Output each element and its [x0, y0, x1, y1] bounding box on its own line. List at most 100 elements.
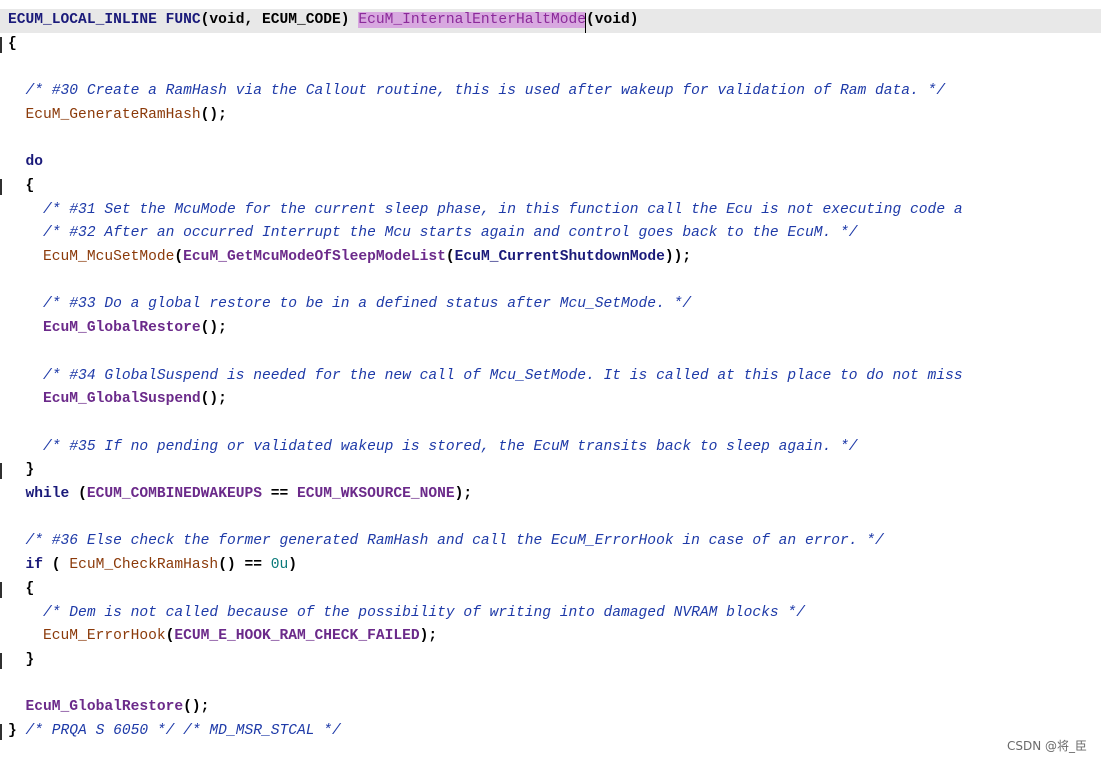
code-editor[interactable]: / ECUM_LOCAL_INLINE FUNC(void, ECUM_CODE…: [0, 0, 1101, 762]
code-text: /* #32 After an occurred Interrupt the M…: [8, 222, 857, 246]
code-text: /* #31 Set the McuMode for the current s…: [8, 199, 963, 223]
code-token: }: [8, 723, 26, 739]
code-line[interactable]: do: [0, 151, 1101, 175]
code-token: do: [8, 154, 44, 171]
code-line[interactable]: /* #30 Create a RamHash via the Callout …: [0, 80, 1101, 104]
code-token: /* #35 If no pending or validated wakeup…: [8, 438, 858, 455]
code-line[interactable]: EcuM_GlobalSuspend();: [0, 388, 1101, 412]
code-text: /* #34 GlobalSuspend is needed for the n…: [8, 365, 963, 389]
code-token: /* #33 Do a global restore to be in a de…: [8, 296, 692, 313]
code-line[interactable]: {: [0, 33, 1101, 57]
code-line[interactable]: /* #34 GlobalSuspend is needed for the n…: [0, 365, 1101, 389]
code-token: ();: [200, 320, 227, 337]
code-token: (: [174, 249, 184, 265]
code-line[interactable]: }: [0, 459, 1101, 483]
code-text: EcuM_ErrorHook(ECUM_E_HOOK_RAM_CHECK_FAI…: [8, 625, 437, 649]
code-line[interactable]: [0, 341, 1101, 365]
code-token: ();: [200, 106, 227, 123]
code-text: {: [8, 175, 35, 199]
code-token: EcuM_GlobalRestore: [25, 699, 184, 716]
code-token: ECUM_E_HOOK_RAM_CHECK_FAILED: [174, 628, 420, 645]
fold-marker-icon[interactable]: [0, 178, 2, 195]
code-token: (void, ECUM_CODE): [200, 12, 359, 28]
code-text: /* #36 Else check the former generated R…: [8, 530, 884, 554]
code-line[interactable]: [0, 673, 1101, 697]
code-line[interactable]: [0, 56, 1101, 80]
code-token: if: [8, 557, 44, 574]
code-token: () ==: [218, 557, 271, 574]
code-text: {: [8, 578, 35, 602]
code-line[interactable]: }: [0, 649, 1101, 673]
code-token: EcuM_ErrorHook: [43, 628, 166, 645]
code-token: ==: [261, 486, 298, 502]
code-token: EcuM_GlobalSuspend: [43, 391, 201, 408]
code-line[interactable]: {: [0, 578, 1101, 602]
code-text: /* #33 Do a global restore to be in a de…: [8, 293, 691, 317]
code-line[interactable]: while (ECUM_COMBINEDWAKEUPS == ECUM_WKSO…: [0, 483, 1101, 507]
code-token: ();: [183, 699, 210, 716]
code-line[interactable]: /* Dem is not called because of the poss…: [0, 602, 1101, 626]
code-token: while: [8, 486, 70, 502]
code-line[interactable]: EcuM_McuSetMode(EcuM_GetMcuModeOfSleepMo…: [0, 246, 1101, 270]
code-line[interactable]: [0, 507, 1101, 531]
code-token: ): [288, 557, 298, 574]
fold-marker-icon[interactable]: [0, 36, 2, 53]
code-token: }: [8, 462, 35, 479]
code-line[interactable]: EcuM_GenerateRamHash();: [0, 104, 1101, 128]
code-token: /* #34 GlobalSuspend is needed for the n…: [8, 367, 963, 384]
code-token: EcuM_CurrentShutdownMode: [454, 249, 665, 265]
code-token: (void): [586, 12, 639, 28]
code-text: EcuM_GlobalSuspend();: [8, 388, 227, 412]
code-token: {: [8, 580, 35, 597]
code-text: do: [8, 151, 44, 175]
code-line[interactable]: [0, 128, 1101, 152]
code-token: EcuM_GlobalRestore: [43, 320, 201, 337]
code-token: ECUM_LOCAL_INLINE FUNC: [8, 12, 201, 28]
previous-line-fragment: /: [28, 0, 35, 4]
code-line[interactable]: /* #32 After an occurred Interrupt the M…: [0, 222, 1101, 246]
code-line[interactable]: /* #31 Set the McuMode for the current s…: [0, 199, 1101, 223]
code-line[interactable]: EcuM_GlobalRestore();: [0, 317, 1101, 341]
code-token: EcuM_CheckRamHash: [69, 557, 219, 574]
code-token: ));: [664, 249, 692, 265]
code-text: EcuM_McuSetMode(EcuM_GetMcuModeOfSleepMo…: [8, 246, 691, 270]
fold-marker-icon[interactable]: [0, 581, 2, 598]
code-line[interactable]: /* #35 If no pending or validated wakeup…: [0, 436, 1101, 460]
code-line[interactable]: EcuM_GlobalRestore();: [0, 696, 1101, 720]
code-token: ECUM_COMBINEDWAKEUPS: [86, 486, 262, 502]
fold-marker-icon[interactable]: [0, 463, 2, 480]
code-line[interactable]: {: [0, 175, 1101, 199]
code-line[interactable]: /* #36 Else check the former generated R…: [0, 530, 1101, 554]
code-token: 0u: [270, 557, 289, 574]
code-text: while (ECUM_COMBINEDWAKEUPS == ECUM_WKSO…: [8, 483, 473, 507]
code-text: /* #30 Create a RamHash via the Callout …: [8, 80, 946, 104]
code-token: (: [43, 557, 70, 574]
code-text: if ( EcuM_CheckRamHash() == 0u): [8, 554, 298, 578]
code-text: {: [8, 33, 17, 57]
code-line[interactable]: /* #33 Do a global restore to be in a de…: [0, 293, 1101, 317]
code-token: );: [454, 486, 473, 502]
code-text: }: [8, 649, 35, 673]
fold-marker-icon[interactable]: [0, 724, 2, 740]
code-line[interactable]: ECUM_LOCAL_INLINE FUNC(void, ECUM_CODE) …: [0, 9, 1101, 33]
code-line[interactable]: [0, 412, 1101, 436]
highlighted-function-name: EcuM_InternalEnterHaltMode: [358, 12, 587, 28]
code-token: (: [445, 249, 455, 265]
code-token: EcuM_McuSetMode: [43, 249, 175, 265]
code-token: }: [8, 651, 35, 668]
code-line[interactable]: if ( EcuM_CheckRamHash() == 0u): [0, 554, 1101, 578]
code-text: EcuM_GenerateRamHash();: [8, 104, 227, 128]
fold-marker-icon[interactable]: [0, 652, 2, 669]
code-line[interactable]: EcuM_ErrorHook(ECUM_E_HOOK_RAM_CHECK_FAI…: [0, 625, 1101, 649]
code-text: } /* PRQA S 6050 */ /* MD_MSR_STCAL */: [8, 720, 341, 744]
code-text: ECUM_LOCAL_INLINE FUNC(void, ECUM_CODE) …: [8, 9, 639, 33]
code-text: /* Dem is not called because of the poss…: [8, 602, 805, 626]
code-line[interactable]: } /* PRQA S 6050 */ /* MD_MSR_STCAL */: [0, 720, 1101, 744]
code-token: ECUM_WKSOURCE_NONE: [297, 486, 455, 502]
code-line[interactable]: [0, 270, 1101, 294]
code-token: {: [8, 35, 17, 52]
